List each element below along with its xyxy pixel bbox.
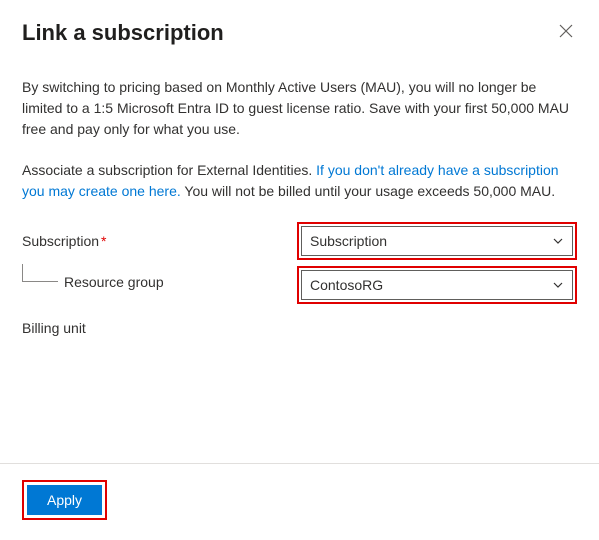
intro-text: By switching to pricing based on Monthly… [22, 77, 577, 140]
billing-unit-label: Billing unit [22, 320, 86, 336]
associate-prefix: Associate a subscription for External Id… [22, 162, 316, 178]
associate-suffix: You will not be billed until your usage … [181, 183, 555, 199]
apply-button[interactable]: Apply [27, 485, 102, 515]
chevron-down-icon [552, 235, 564, 247]
apply-highlight: Apply [22, 480, 107, 520]
page-title: Link a subscription [22, 20, 224, 46]
close-icon [559, 25, 573, 42]
resource-group-dropdown[interactable]: ContosoRG [301, 270, 573, 300]
required-indicator: * [101, 233, 106, 249]
resource-group-label: Resource group [64, 274, 164, 290]
subscription-highlight: Subscription [297, 222, 577, 260]
subscription-label: Subscription [22, 233, 99, 249]
close-button[interactable] [555, 20, 577, 47]
subscription-dropdown[interactable]: Subscription [301, 226, 573, 256]
resource-group-value: ContosoRG [310, 277, 383, 293]
tree-indicator [22, 264, 58, 282]
chevron-down-icon [552, 279, 564, 291]
associate-text: Associate a subscription for External Id… [22, 160, 577, 202]
subscription-value: Subscription [310, 233, 387, 249]
resource-group-highlight: ContosoRG [297, 266, 577, 304]
